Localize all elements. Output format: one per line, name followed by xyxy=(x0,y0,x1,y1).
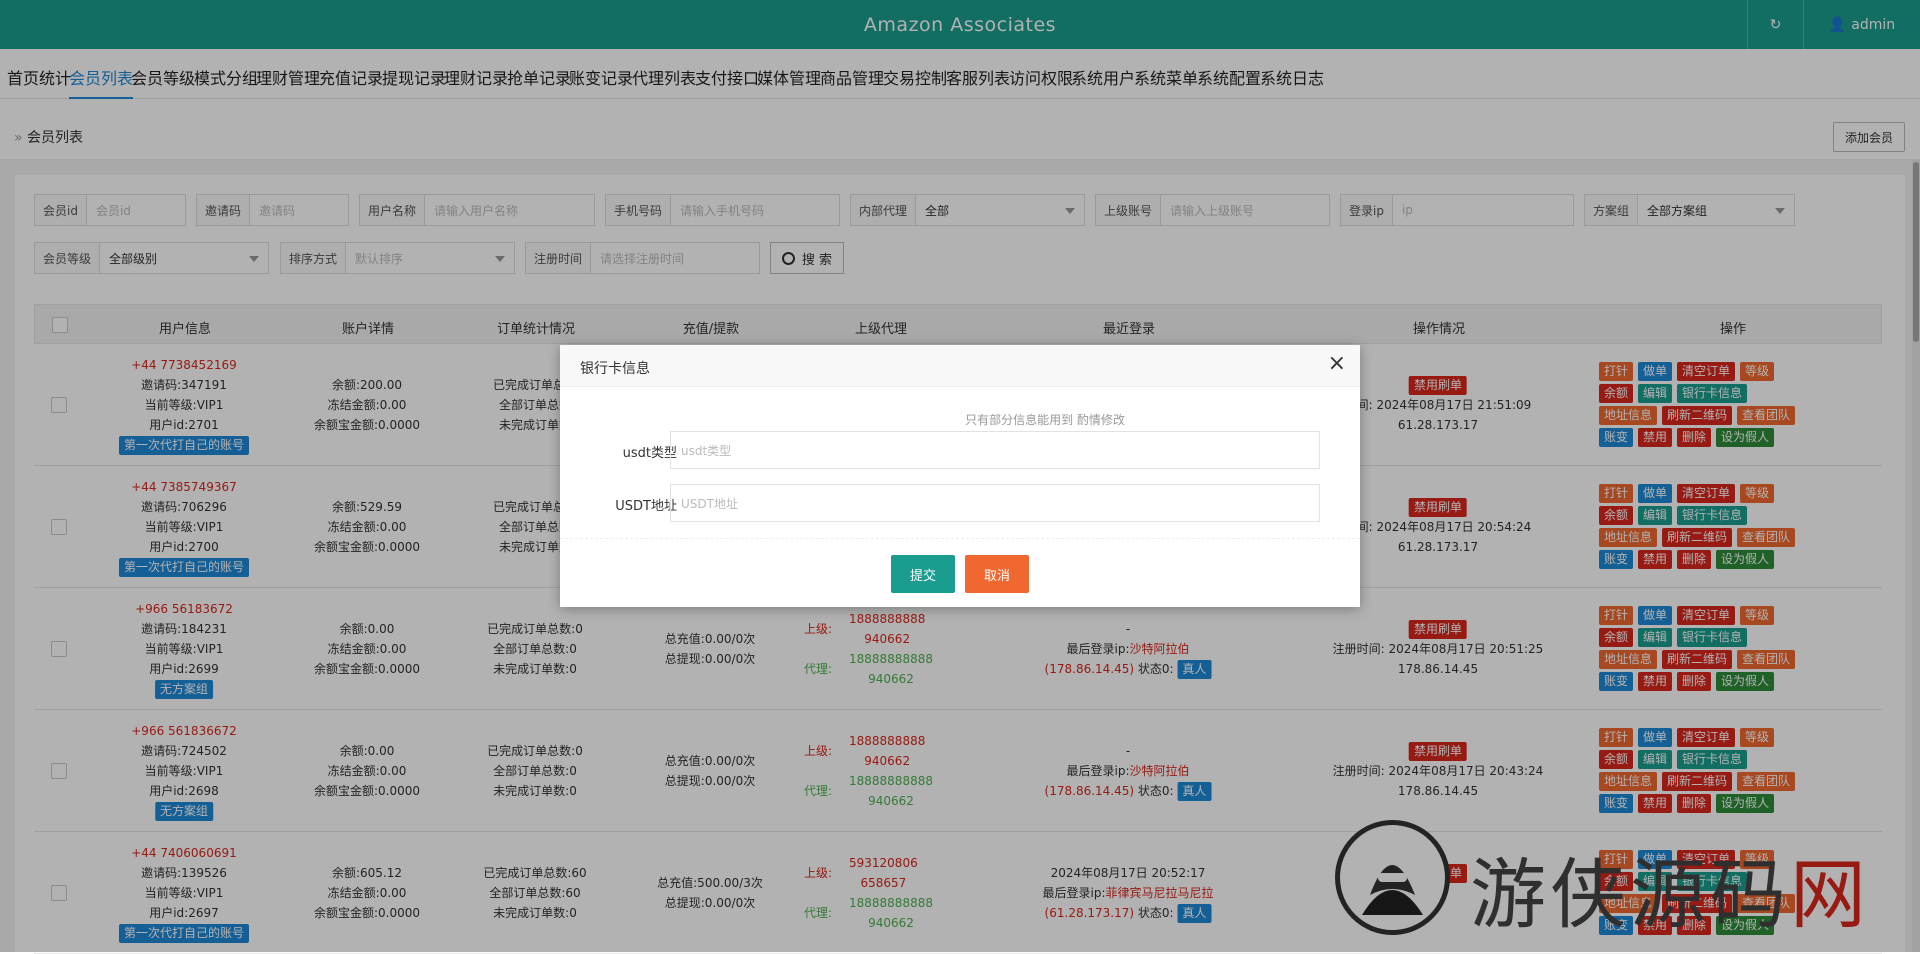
usdt-type-input[interactable]: usdt类型 xyxy=(670,431,1320,469)
modal-note: 只有部分信息能用到 酌情修改 xyxy=(965,413,1125,427)
usdt-address-input[interactable]: USDT地址 xyxy=(670,484,1320,522)
bank-card-modal: 银行卡信息 × 只有部分信息能用到 酌情修改 usdt类型 usdt类型 USD… xyxy=(560,345,1360,607)
modal-header: 银行卡信息 × xyxy=(560,345,1360,387)
cancel-button[interactable]: 取消 xyxy=(965,555,1029,593)
usdt-type-label: usdt类型 xyxy=(622,446,677,461)
submit-button[interactable]: 提交 xyxy=(891,555,955,593)
modal-title: 银行卡信息 xyxy=(580,361,650,377)
usdt-address-label: USDT地址 xyxy=(615,499,677,514)
modal-divider xyxy=(560,538,1360,539)
usdt-type-row: usdt类型 usdt类型 xyxy=(560,431,1360,469)
close-icon[interactable]: × xyxy=(1328,353,1346,375)
usdt-address-row: USDT地址 USDT地址 xyxy=(560,484,1360,522)
